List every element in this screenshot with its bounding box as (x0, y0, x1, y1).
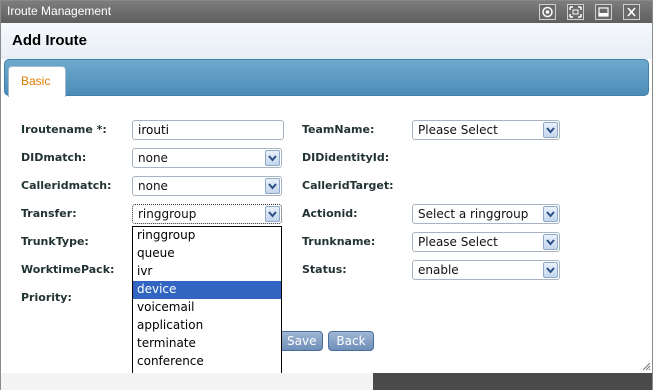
tab-basic[interactable]: Basic (8, 66, 66, 97)
teamname-value: Please Select (418, 123, 498, 137)
pin-icon[interactable] (539, 4, 556, 20)
chevron-down-icon[interactable] (265, 206, 280, 222)
transfer-dropdown-list[interactable]: ringgroup queue ivr device voicemail app… (132, 226, 282, 388)
close-icon[interactable] (623, 4, 640, 20)
status-bar-dark-region (373, 373, 652, 390)
resize-grip-icon[interactable] (641, 361, 651, 371)
didentityid-label: DIDidentityId: (302, 151, 390, 164)
iroute-management-window: Iroute Management Add Iroute Basic Irout… (0, 0, 653, 390)
back-label: Back (336, 334, 366, 348)
iroutename-input[interactable]: irouti (132, 120, 284, 140)
trunkname-value: Please Select (418, 235, 498, 249)
actionid-label: Actionid: (302, 207, 358, 220)
teamname-label: TeamName: (302, 123, 375, 136)
transfer-value: ringgroup (138, 207, 197, 221)
tab-basic-label: Basic (21, 74, 51, 88)
minimize-icon[interactable] (595, 4, 612, 20)
teamname-select[interactable]: Please Select (412, 120, 560, 140)
status-select[interactable]: enable (412, 260, 560, 280)
calleridmatch-select[interactable]: none (132, 176, 282, 196)
didmatch-select[interactable]: none (132, 148, 282, 168)
status-bar (1, 373, 652, 390)
didmatch-value: none (138, 151, 168, 165)
status-value: enable (418, 263, 459, 277)
page-title: Add Iroute (12, 32, 87, 49)
dropdown-option-device[interactable]: device (133, 281, 281, 299)
chevron-down-icon[interactable] (265, 178, 280, 194)
chevron-down-icon[interactable] (543, 262, 558, 278)
trunkname-select[interactable]: Please Select (412, 232, 560, 252)
calleridmatch-label: Calleridmatch: (21, 179, 112, 192)
worktimepack-label: WorktimePack: (21, 263, 115, 276)
chevron-down-icon[interactable] (265, 150, 280, 166)
calleridmatch-value: none (138, 179, 168, 193)
chevron-down-icon[interactable] (543, 206, 558, 222)
page-header: Add Iroute (1, 23, 652, 59)
chevron-down-icon[interactable] (543, 122, 558, 138)
actionid-value: Select a ringgroup (418, 207, 529, 221)
dropdown-option-terminate[interactable]: terminate (133, 335, 281, 353)
title-bar[interactable]: Iroute Management (1, 1, 652, 23)
calleridtarget-label: CalleridTarget: (302, 179, 394, 192)
iroutename-label: Iroutename *: (21, 123, 107, 136)
iroutename-value: irouti (138, 123, 169, 137)
actionid-select[interactable]: Select a ringgroup (412, 204, 560, 224)
dropdown-option-ivr[interactable]: ivr (133, 263, 281, 281)
status-label: Status: (302, 263, 347, 276)
dropdown-option-ringgroup[interactable]: ringgroup (133, 227, 281, 245)
back-button[interactable]: Back (328, 331, 374, 351)
priority-label: Priority: (21, 291, 72, 304)
transfer-select[interactable]: ringgroup (132, 204, 282, 224)
dropdown-option-conference[interactable]: conference (133, 353, 281, 371)
didmatch-label: DIDmatch: (21, 151, 87, 164)
dropdown-option-application[interactable]: application (133, 317, 281, 335)
window-title: Iroute Management (7, 4, 112, 18)
maximize-icon[interactable] (567, 4, 584, 20)
trunkname-label: Trunkname: (302, 235, 376, 248)
chevron-down-icon[interactable] (543, 234, 558, 250)
trunktype-label: TrunkType: (21, 235, 89, 248)
dropdown-option-voicemail[interactable]: voicemail (133, 299, 281, 317)
tab-strip: Basic (4, 59, 649, 97)
transfer-label: Transfer: (21, 207, 77, 220)
save-label: Save (287, 334, 317, 348)
dropdown-option-queue[interactable]: queue (133, 245, 281, 263)
